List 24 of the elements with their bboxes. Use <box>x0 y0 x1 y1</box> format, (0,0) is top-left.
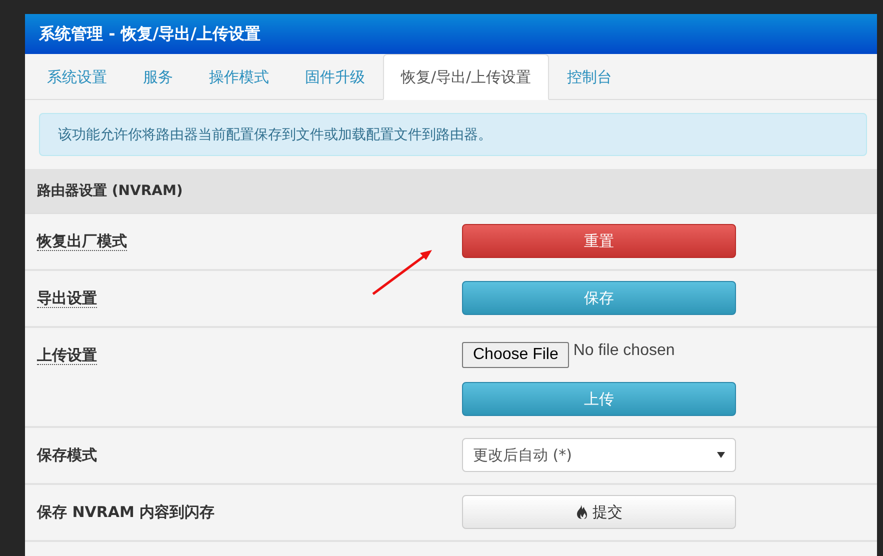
save-mode-select[interactable]: 更改后自动 (*) <box>462 438 736 472</box>
tab[interactable]: 固件升级 <box>287 54 383 100</box>
tab[interactable]: 操作模式 <box>191 54 287 100</box>
tab[interactable]: 系统设置 <box>29 54 125 100</box>
upload-button[interactable]: 上传 <box>462 382 736 416</box>
tab[interactable]: 恢复/导出/上传设置 <box>383 54 550 100</box>
fire-icon <box>576 505 588 519</box>
setting-label: 恢复出厂模式 <box>37 232 127 251</box>
caret-icon <box>717 452 725 458</box>
tab[interactable]: 服务 <box>125 54 191 100</box>
action-button[interactable]: 提交 <box>462 495 736 529</box>
arrow-annotation <box>371 248 435 298</box>
choose-file-button[interactable]: Choose File <box>462 342 570 368</box>
setting-label: 保存模式 <box>37 446 97 464</box>
file-status: No file chosen <box>573 342 675 360</box>
setting-label: 上传设置 <box>37 346 97 365</box>
info-alert: 该功能允许你将路由器当前配置保存到文件或加载配置文件到路由器。 <box>39 113 867 156</box>
panel-title: 系统管理 - 恢复/导出/上传设置 <box>39 24 260 44</box>
section-title: 路由器设置 (NVRAM) <box>37 182 183 200</box>
setting-label: 保存 NVRAM 内容到闪存 <box>37 503 215 521</box>
setting-label: 导出设置 <box>37 289 97 308</box>
action-button[interactable]: 保存 <box>462 281 736 315</box>
action-button[interactable]: 重置 <box>462 224 736 258</box>
tab[interactable]: 控制台 <box>549 54 630 100</box>
